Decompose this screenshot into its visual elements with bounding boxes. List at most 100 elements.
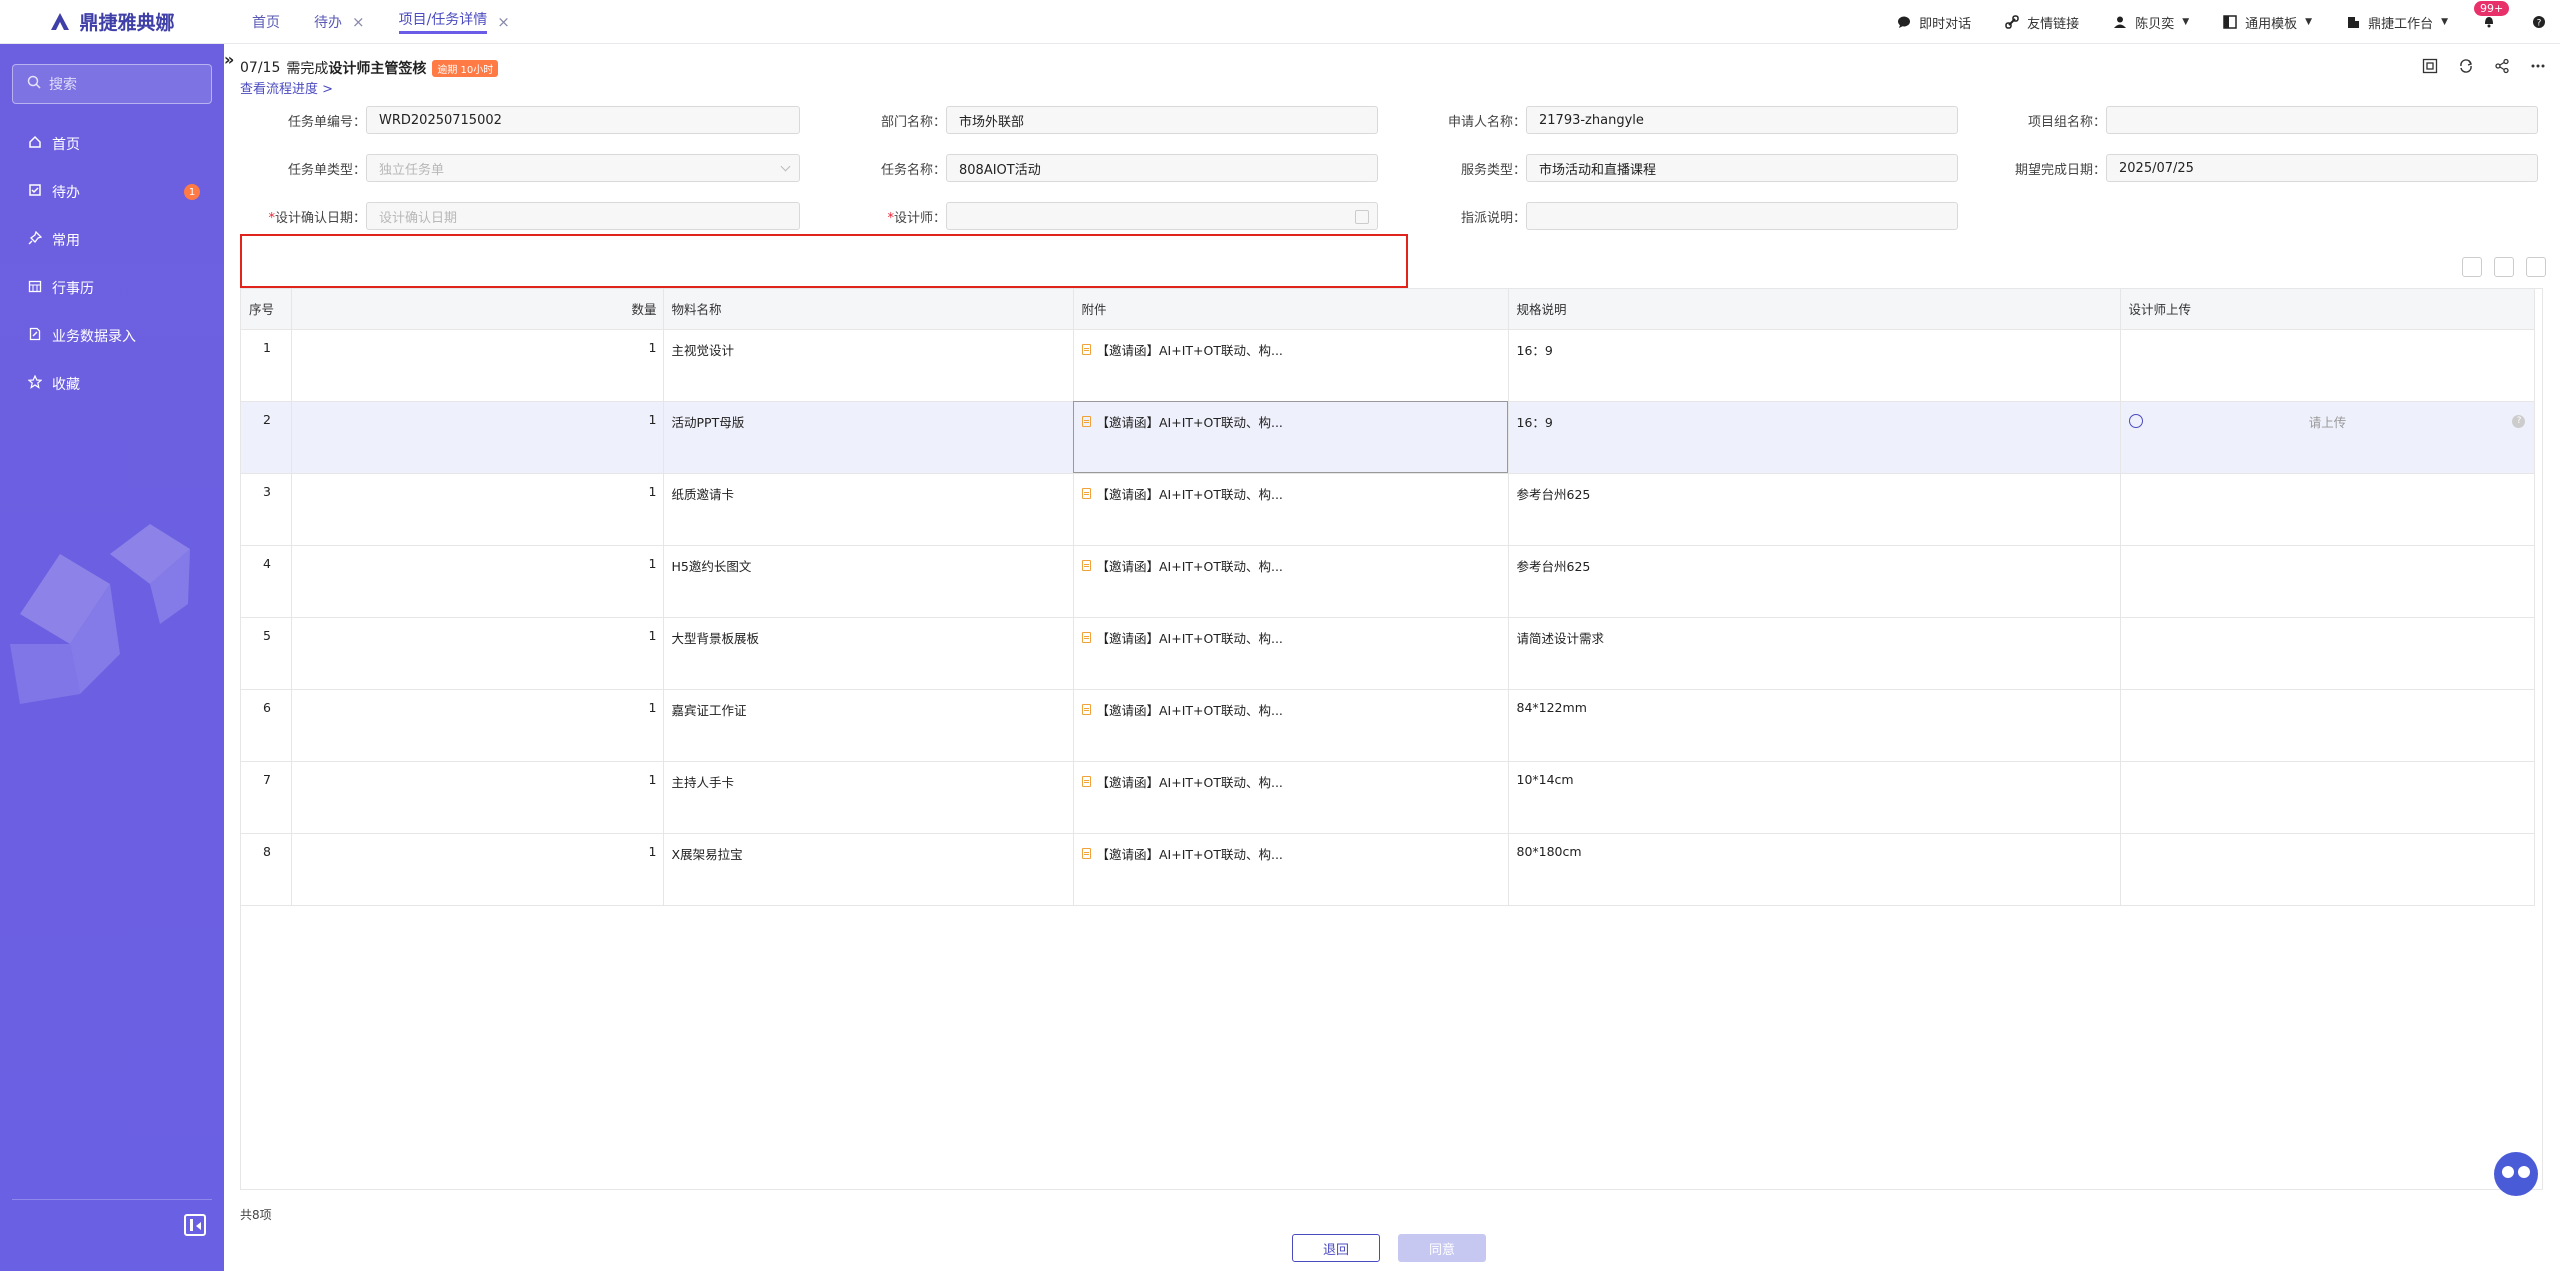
- tab-task-detail[interactable]: 项目/任务详情 ×: [398, 0, 510, 44]
- close-icon[interactable]: ×: [497, 13, 510, 31]
- close-icon[interactable]: ×: [352, 13, 365, 31]
- cell-qty[interactable]: 1: [291, 761, 664, 834]
- cell-designer-upload[interactable]: [2120, 833, 2535, 906]
- cell-attachment[interactable]: 【邀请函】AI+IT+OT联动、构...: [1073, 545, 1509, 618]
- upload-area[interactable]: 请上传?: [2128, 412, 2526, 431]
- attachment-link[interactable]: 【邀请函】AI+IT+OT联动、构...: [1081, 556, 1500, 575]
- designer-picker[interactable]: [946, 202, 1378, 230]
- notification-button[interactable]: 99+: [2474, 1, 2510, 30]
- cell-spec[interactable]: 84*122mm: [1508, 689, 2121, 762]
- sidebar-item-favorites[interactable]: 收藏: [0, 360, 224, 408]
- cell-designer-upload[interactable]: [2120, 689, 2535, 762]
- cell-designer-upload[interactable]: [2120, 761, 2535, 834]
- share-icon[interactable]: [2494, 58, 2510, 74]
- cell-spec[interactable]: 参考台州625: [1508, 545, 2121, 618]
- cell-material-name[interactable]: 纸质邀请卡: [663, 473, 1074, 546]
- instant-chat-button[interactable]: 即时对话: [1897, 13, 1971, 32]
- table-row[interactable]: 1 1 主视觉设计 【邀请函】AI+IT+OT联动、构... 16：9: [241, 329, 2535, 402]
- help-button[interactable]: ?: [2532, 15, 2546, 29]
- fullscreen-icon[interactable]: [2422, 58, 2438, 74]
- cell-designer-upload[interactable]: [2120, 473, 2535, 546]
- attachment-link[interactable]: 【邀请函】AI+IT+OT联动、构...: [1081, 412, 1500, 431]
- tab-todo[interactable]: 待办 ×: [314, 0, 365, 44]
- sidebar-item-home[interactable]: 首页: [0, 120, 224, 168]
- cell-spec[interactable]: 80*180cm: [1508, 833, 2121, 906]
- attachment-link[interactable]: 【邀请函】AI+IT+OT联动、构...: [1081, 700, 1500, 719]
- agree-button[interactable]: 同意: [1398, 1234, 1486, 1262]
- attachment-link[interactable]: 【邀请函】AI+IT+OT联动、构...: [1081, 484, 1500, 503]
- assistant-mascot-icon[interactable]: [2494, 1152, 2538, 1196]
- task-no-input[interactable]: WRD20250715002: [366, 106, 800, 134]
- assign-note-input[interactable]: [1526, 202, 1958, 230]
- cell-designer-upload[interactable]: 请上传?: [2120, 401, 2535, 474]
- dept-input[interactable]: 市场外联部: [946, 106, 1378, 134]
- cell-material-name[interactable]: X展架易拉宝: [663, 833, 1074, 906]
- attachment-link[interactable]: 【邀请函】AI+IT+OT联动、构...: [1081, 772, 1500, 791]
- sidebar-item-data-entry[interactable]: 业务数据录入: [0, 312, 224, 360]
- sidebar-item-calendar[interactable]: 行事历: [0, 264, 224, 312]
- table-row[interactable]: 2 1 活动PPT母版 【邀请函】AI+IT+OT联动、构... 16：9 请上传?: [241, 401, 2535, 474]
- picker-icon[interactable]: [1355, 210, 1369, 224]
- settings-icon[interactable]: [2526, 257, 2546, 277]
- cell-material-name[interactable]: 主视觉设计: [663, 329, 1074, 402]
- cell-attachment[interactable]: 【邀请函】AI+IT+OT联动、构...: [1073, 617, 1509, 690]
- cell-attachment[interactable]: 【邀请函】AI+IT+OT联动、构...: [1073, 689, 1509, 762]
- cell-spec[interactable]: 请简述设计需求: [1508, 617, 2121, 690]
- service-type-input[interactable]: 市场活动和直播课程: [1526, 154, 1958, 182]
- attachment-link[interactable]: 【邀请函】AI+IT+OT联动、构...: [1081, 340, 1500, 359]
- cell-spec[interactable]: 16：9: [1508, 401, 2121, 474]
- table-row[interactable]: 3 1 纸质邀请卡 【邀请函】AI+IT+OT联动、构... 参考台州625: [241, 473, 2535, 546]
- table-row[interactable]: 5 1 大型背景板展板 【邀请函】AI+IT+OT联动、构... 请简述设计需求: [241, 617, 2535, 690]
- cell-material-name[interactable]: H5邀约长图文: [663, 545, 1074, 618]
- return-button[interactable]: 退回: [1292, 1234, 1380, 1262]
- expand-table-icon[interactable]: [2494, 257, 2514, 277]
- expected-date-input[interactable]: 2025/07/25: [2106, 154, 2538, 182]
- applicant-input[interactable]: 21793-zhangyle: [1526, 106, 1958, 134]
- project-group-input[interactable]: [2106, 106, 2538, 134]
- cell-material-name[interactable]: 嘉宾证工作证: [663, 689, 1074, 762]
- columns-icon[interactable]: [2462, 257, 2482, 277]
- cell-attachment[interactable]: 【邀请函】AI+IT+OT联动、构...: [1073, 401, 1509, 474]
- upload-icon[interactable]: [2128, 414, 2143, 428]
- table-row[interactable]: 6 1 嘉宾证工作证 【邀请函】AI+IT+OT联动、构... 84*122mm: [241, 689, 2535, 762]
- cell-qty[interactable]: 1: [291, 833, 664, 906]
- cell-qty[interactable]: 1: [291, 401, 664, 474]
- friendly-links-button[interactable]: 友情链接: [2005, 13, 2079, 32]
- template-menu[interactable]: 通用模板 ▼: [2223, 13, 2312, 32]
- cell-designer-upload[interactable]: [2120, 329, 2535, 402]
- app-logo[interactable]: 鼎捷雅典娜: [0, 8, 224, 35]
- more-icon[interactable]: [2530, 58, 2546, 74]
- cell-qty[interactable]: 1: [291, 473, 664, 546]
- table-row[interactable]: 7 1 主持人手卡 【邀请函】AI+IT+OT联动、构... 10*14cm: [241, 761, 2535, 834]
- table-row[interactable]: 8 1 X展架易拉宝 【邀请函】AI+IT+OT联动、构... 80*180cm: [241, 833, 2535, 906]
- user-menu[interactable]: 陈贝奕 ▼: [2113, 13, 2189, 32]
- cell-spec[interactable]: 参考台州625: [1508, 473, 2121, 546]
- table-row[interactable]: 4 1 H5邀约长图文 【邀请函】AI+IT+OT联动、构... 参考台州625: [241, 545, 2535, 618]
- cell-qty[interactable]: 1: [291, 617, 664, 690]
- sidebar-item-todo[interactable]: 待办 1: [0, 168, 224, 216]
- attachment-link[interactable]: 【邀请函】AI+IT+OT联动、构...: [1081, 844, 1500, 863]
- cell-material-name[interactable]: 活动PPT母版: [663, 401, 1074, 474]
- tab-home[interactable]: 首页: [252, 0, 280, 44]
- view-flow-progress-link[interactable]: 查看流程进度 >: [240, 78, 333, 97]
- help-icon[interactable]: ?: [2512, 414, 2526, 428]
- search-input[interactable]: 搜索: [49, 74, 77, 94]
- cell-material-name[interactable]: 大型背景板展板: [663, 617, 1074, 690]
- collapse-sidebar-icon[interactable]: [184, 1214, 206, 1236]
- cell-designer-upload[interactable]: [2120, 617, 2535, 690]
- cell-attachment[interactable]: 【邀请函】AI+IT+OT联动、构...: [1073, 473, 1509, 546]
- expand-icon[interactable]: »: [224, 50, 234, 69]
- sidebar-item-common[interactable]: 常用: [0, 216, 224, 264]
- refresh-icon[interactable]: [2458, 58, 2474, 74]
- cell-attachment[interactable]: 【邀请函】AI+IT+OT联动、构...: [1073, 329, 1509, 402]
- cell-spec[interactable]: 16：9: [1508, 329, 2121, 402]
- cell-qty[interactable]: 1: [291, 545, 664, 618]
- cell-designer-upload[interactable]: [2120, 545, 2535, 618]
- cell-attachment[interactable]: 【邀请函】AI+IT+OT联动、构...: [1073, 761, 1509, 834]
- cell-spec[interactable]: 10*14cm: [1508, 761, 2121, 834]
- workbench-menu[interactable]: 鼎捷工作台 ▼: [2346, 13, 2448, 32]
- cell-qty[interactable]: 1: [291, 329, 664, 402]
- cell-attachment[interactable]: 【邀请函】AI+IT+OT联动、构...: [1073, 833, 1509, 906]
- cell-qty[interactable]: 1: [291, 689, 664, 762]
- task-name-input[interactable]: 808AIOT活动: [946, 154, 1378, 182]
